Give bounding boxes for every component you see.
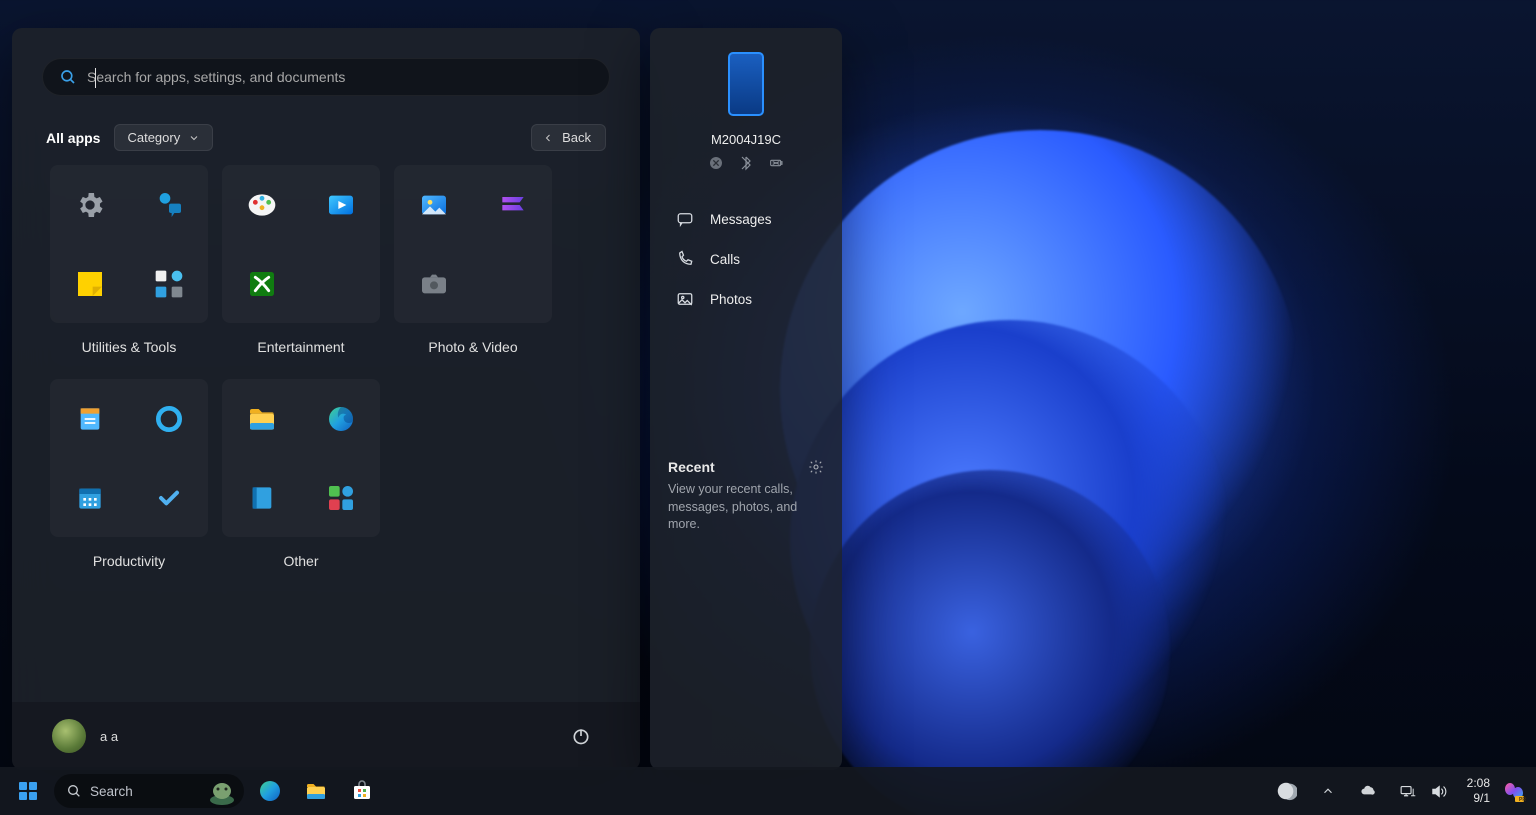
all-apps-heading: All apps [46, 130, 100, 146]
phone-photos[interactable]: Photos [668, 279, 824, 319]
filter-label: Category [127, 130, 180, 145]
category-label: Other [283, 553, 318, 569]
recent-heading: Recent [668, 459, 715, 475]
start-search-input[interactable] [85, 68, 593, 86]
wallpaper-bloom [810, 470, 1170, 815]
search-mascot-icon [204, 778, 240, 806]
power-icon [571, 726, 591, 746]
calendar-icon [65, 473, 115, 523]
recent-description: View your recent calls, messages, photos… [668, 481, 824, 534]
phone-device-icon [728, 52, 764, 116]
xbox-icon [237, 259, 287, 309]
misc-tools-icon [144, 259, 194, 309]
category-photo-video[interactable] [394, 165, 552, 323]
start-search[interactable] [42, 58, 610, 96]
taskbar: Search 2:08 9/1 PRE [0, 767, 1536, 815]
phone-link-panel: M2004J19C Messages Calls Photos Recent V… [650, 28, 842, 770]
paint-icon [237, 180, 287, 230]
windows-logo-icon [16, 779, 40, 803]
disconnected-icon [708, 155, 724, 171]
gear-icon[interactable] [808, 459, 824, 475]
copilot-button[interactable]: PRE [1500, 777, 1528, 805]
phone-item-label: Calls [710, 252, 740, 267]
settings-icon [65, 180, 115, 230]
text-caret [95, 68, 96, 88]
phone-item-label: Messages [710, 212, 772, 227]
category-entertainment[interactable] [222, 165, 380, 323]
taskbar-edge[interactable] [250, 771, 290, 811]
photos-icon [676, 290, 694, 308]
start-menu: All apps Category Back Utilities & Tools [12, 28, 640, 770]
file-explorer-icon [304, 779, 328, 803]
category-label: Photo & Video [428, 339, 517, 355]
cortana-icon [144, 394, 194, 444]
search-icon [59, 68, 77, 86]
phone-messages[interactable]: Messages [668, 199, 824, 239]
dev-home-icon [316, 473, 366, 523]
time-text: 2:08 [1467, 776, 1490, 791]
edge-icon [316, 394, 366, 444]
category-label: Utilities & Tools [82, 339, 177, 355]
chevron-down-icon [188, 132, 200, 144]
photos-icon [409, 180, 459, 230]
notepad-icon [65, 394, 115, 444]
avatar [52, 719, 86, 753]
empty-slot [488, 259, 538, 309]
journal-icon [237, 473, 287, 523]
camera-icon [409, 259, 459, 309]
file-explorer-icon [237, 394, 287, 444]
todo-icon [144, 473, 194, 523]
phone-calls[interactable]: Calls [668, 239, 824, 279]
phone-device-name: M2004J19C [668, 132, 824, 147]
date-text: 9/1 [1467, 791, 1490, 806]
network-icon [1399, 783, 1416, 800]
microsoft-store-icon [350, 779, 374, 803]
system-tray-onedrive[interactable] [1350, 771, 1387, 811]
weather-widget[interactable] [1266, 771, 1306, 811]
back-label: Back [562, 130, 591, 145]
filter-dropdown[interactable]: Category [114, 124, 213, 151]
clock[interactable]: 2:08 9/1 [1459, 776, 1498, 806]
category-utilities-tools[interactable] [50, 165, 208, 323]
category-label: Entertainment [257, 339, 344, 355]
search-icon [66, 783, 82, 799]
battery-icon [768, 155, 784, 171]
taskbar-search[interactable]: Search [54, 774, 244, 808]
category-productivity[interactable] [50, 379, 208, 537]
edge-icon [258, 779, 282, 803]
back-button[interactable]: Back [531, 124, 606, 151]
chevron-up-icon [1321, 784, 1335, 798]
volume-icon [1430, 783, 1447, 800]
wallpaper-bloom [780, 130, 1300, 650]
taskbar-store[interactable] [342, 771, 382, 811]
phone-status-icons [668, 155, 824, 171]
calls-icon [676, 250, 694, 268]
bluetooth-icon [738, 155, 754, 171]
taskbar-explorer[interactable] [296, 771, 336, 811]
wallpaper-bloom [790, 320, 1230, 760]
movies-tv-icon [316, 180, 366, 230]
copilot-icon: PRE [1502, 779, 1526, 803]
sticky-notes-icon [65, 259, 115, 309]
empty-slot [316, 259, 366, 309]
user-name: a a [100, 729, 118, 744]
svg-text:PRE: PRE [1519, 797, 1526, 803]
chevron-left-icon [542, 132, 554, 144]
feedback-hub-icon [144, 180, 194, 230]
user-account-button[interactable]: a a [52, 719, 118, 753]
onedrive-icon [1360, 783, 1377, 800]
moon-icon [1275, 780, 1297, 802]
messages-icon [676, 210, 694, 228]
tray-chevron[interactable] [1308, 771, 1348, 811]
category-label: Productivity [93, 553, 165, 569]
start-button[interactable] [8, 771, 48, 811]
phone-item-label: Photos [710, 292, 752, 307]
clipchamp-icon [488, 180, 538, 230]
category-other[interactable] [222, 379, 380, 537]
system-tray-quick[interactable] [1389, 771, 1457, 811]
power-button[interactable] [562, 717, 600, 755]
